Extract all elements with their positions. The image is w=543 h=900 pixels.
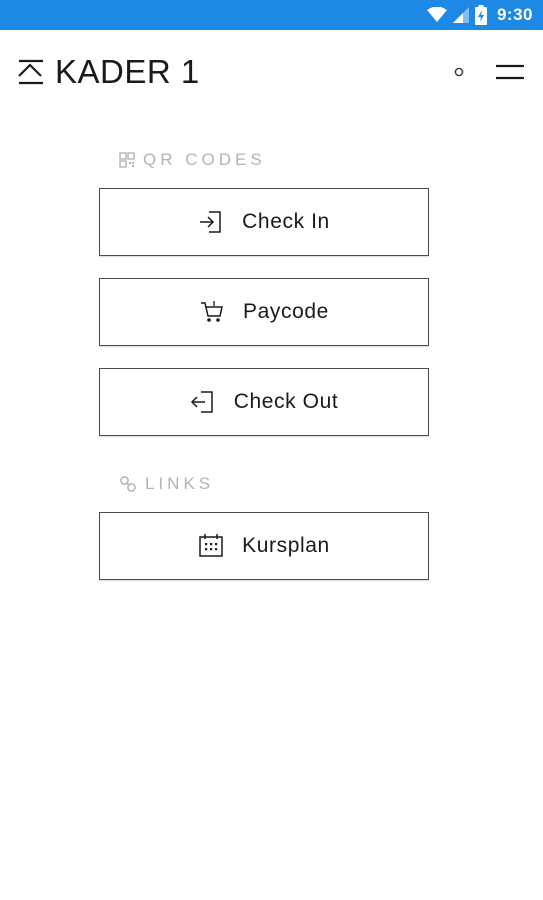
section-label-text: QR CODES bbox=[143, 150, 266, 169]
sign-out-icon bbox=[190, 389, 216, 415]
status-icons: 9:30 bbox=[426, 0, 533, 30]
kursplan-label: Kursplan bbox=[242, 534, 330, 557]
check-in-label: Check In bbox=[242, 210, 330, 233]
circle-icon[interactable] bbox=[452, 65, 466, 79]
wifi-icon bbox=[426, 7, 447, 22]
section-label-links: LINKS bbox=[119, 474, 214, 494]
signal-icon bbox=[452, 7, 469, 23]
logo-text: KADER 1 bbox=[55, 53, 200, 90]
qr-code-icon bbox=[119, 152, 135, 168]
cart-icon bbox=[199, 299, 225, 325]
app-header: KADER 1 bbox=[0, 30, 543, 116]
kader-logo-icon bbox=[18, 59, 43, 85]
section-label-qr-codes: QR CODES bbox=[119, 150, 266, 170]
battery-icon bbox=[474, 5, 487, 25]
check-in-button[interactable]: Check In bbox=[99, 188, 429, 256]
status-bar: 9:30 bbox=[0, 0, 543, 30]
paycode-label: Paycode bbox=[243, 300, 329, 323]
menu-icon[interactable] bbox=[494, 60, 526, 84]
section-label-text: LINKS bbox=[145, 474, 215, 493]
calendar-icon bbox=[198, 533, 224, 559]
sign-in-icon bbox=[198, 209, 224, 235]
check-out-button[interactable]: Check Out bbox=[99, 368, 429, 436]
logo[interactable]: KADER 1 bbox=[17, 55, 200, 89]
kursplan-button[interactable]: Kursplan bbox=[99, 512, 429, 580]
check-out-label: Check Out bbox=[233, 390, 339, 413]
paycode-button[interactable]: Paycode bbox=[99, 278, 429, 346]
status-time: 9:30 bbox=[496, 5, 533, 24]
link-icon bbox=[120, 476, 136, 492]
